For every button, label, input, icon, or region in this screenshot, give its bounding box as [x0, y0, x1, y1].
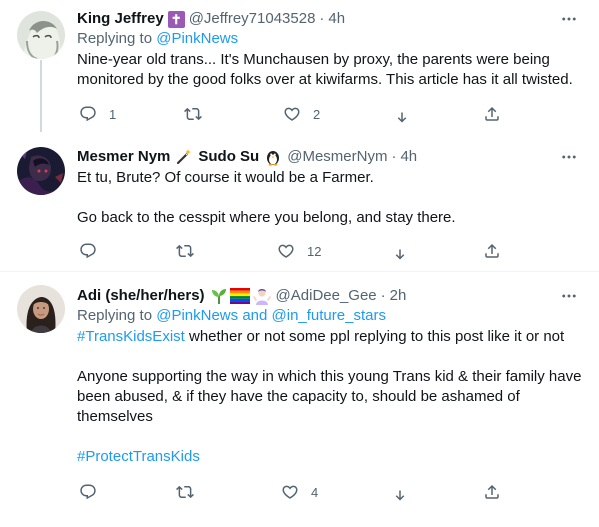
reply-icon	[80, 106, 96, 122]
like-button[interactable]: 12	[277, 242, 321, 260]
like-icon	[284, 107, 300, 121]
tweet-header: King Jeffrey ✝ @Jeffrey71043528 · 4h	[77, 9, 585, 29]
dm-icon	[395, 490, 405, 501]
tweet-2[interactable]: Mesmer Nym Sudo Su @MesmerNym · 4h Et tu…	[0, 136, 599, 272]
replying-to-link[interactable]: @PinkNews	[156, 30, 238, 47]
replying-to-link[interactable]: @PinkNews	[156, 307, 238, 324]
avatar[interactable]	[17, 147, 65, 195]
like-count: 4	[311, 484, 319, 500]
display-name-suffix[interactable]: Sudo Su	[198, 147, 259, 167]
replying-and: and	[242, 307, 268, 324]
tweet-header: Mesmer Nym Sudo Su @MesmerNym · 4h	[77, 147, 585, 167]
timestamp[interactable]: 4h	[400, 147, 417, 167]
tweet-paragraph: Go back to the cesspit where you belong,…	[77, 209, 456, 226]
reply-icon	[80, 484, 96, 500]
like-icon	[282, 485, 298, 499]
action-bar: 12	[77, 242, 517, 262]
share-icon	[485, 243, 499, 258]
tweet-text: #TransKidsExist whether or not some ppl …	[77, 327, 585, 467]
thread-line	[40, 60, 42, 132]
avatar[interactable]	[17, 285, 65, 333]
separator-dot: ·	[380, 287, 386, 304]
share-button[interactable]	[483, 242, 501, 260]
hashtag-link[interactable]: #ProtectTransKids	[77, 447, 585, 467]
separator-dot: ·	[391, 148, 397, 165]
display-name[interactable]: Adi (she/her/hers)	[77, 286, 205, 306]
dm-icon	[395, 249, 405, 260]
share-icon	[485, 484, 499, 499]
reply-button[interactable]	[79, 483, 97, 501]
hashtag-link[interactable]: #TransKidsExist	[77, 328, 185, 345]
tweet-paragraph: Anyone supporting the way in which this …	[77, 368, 582, 425]
retweet-button[interactable]	[184, 105, 202, 123]
like-count: 12	[307, 243, 322, 259]
timestamp[interactable]: 4h	[328, 9, 345, 29]
avatar[interactable]	[17, 11, 65, 59]
like-count: 2	[313, 106, 321, 122]
cross-badge-icon: ✝	[167, 10, 185, 28]
seedling-icon	[210, 287, 228, 305]
replying-to: Replying to @PinkNews	[77, 29, 585, 49]
dm-icon	[397, 112, 407, 123]
handle[interactable]: @MesmerNym	[287, 147, 387, 167]
replying-to: Replying to @PinkNews and @in_future_sta…	[77, 306, 585, 326]
penguin-icon	[264, 148, 282, 166]
display-name[interactable]: Mesmer Nym	[77, 147, 170, 167]
tweet-3[interactable]: Adi (she/her/hers) @AdiDee_Gee · 2h Repl…	[0, 272, 599, 527]
tweet-paragraph: Et tu, Brute? Of course it would be a Fa…	[77, 169, 374, 186]
replying-to-link[interactable]: @in_future_stars	[272, 307, 386, 324]
retweet-button[interactable]	[176, 242, 194, 260]
share-button[interactable]	[483, 483, 501, 501]
share-button[interactable]	[483, 105, 501, 123]
handle[interactable]: @AdiDee_Gee	[276, 286, 377, 306]
replying-prefix: Replying to	[77, 30, 153, 47]
dm-button[interactable]	[391, 483, 409, 501]
action-bar: 4	[77, 483, 517, 503]
handle[interactable]: @Jeffrey71043528	[189, 9, 316, 29]
separator-dot: ·	[319, 10, 325, 27]
like-button[interactable]: 2	[283, 105, 320, 123]
rainbow-flag-icon	[229, 288, 250, 304]
action-bar: 1 2	[77, 105, 517, 125]
reply-button[interactable]: 1	[79, 105, 116, 123]
like-button[interactable]: 4	[281, 483, 318, 501]
tweet-text: Et tu, Brute? Of course it would be a Fa…	[77, 168, 585, 228]
dm-button[interactable]	[393, 105, 411, 123]
display-name[interactable]: King Jeffrey	[77, 9, 164, 29]
person-shrugging-icon	[252, 287, 271, 305]
tweet-header: Adi (she/her/hers) @AdiDee_Gee · 2h	[77, 286, 585, 306]
dm-button[interactable]	[391, 242, 409, 260]
tweet-paragraph: #TransKidsExist whether or not some ppl …	[77, 327, 585, 347]
retweet-icon	[184, 107, 202, 121]
more-icon[interactable]	[559, 286, 579, 306]
retweet-button[interactable]	[176, 483, 194, 501]
reply-button[interactable]	[79, 242, 97, 260]
share-icon	[485, 106, 499, 121]
reply-icon	[80, 243, 96, 259]
like-icon	[278, 244, 294, 258]
more-icon[interactable]	[559, 9, 579, 29]
tweet-text-part: whether or not some ppl replying to this…	[188, 328, 565, 345]
tweet-text: Nine-year old trans... It's Munchausen b…	[77, 51, 573, 88]
retweet-icon	[176, 485, 194, 499]
timestamp[interactable]: 2h	[390, 286, 407, 306]
reply-count: 1	[109, 106, 117, 122]
more-icon[interactable]	[559, 147, 579, 167]
replying-prefix: Replying to	[77, 307, 153, 324]
magic-wand-icon	[175, 148, 193, 166]
tweet-1[interactable]: King Jeffrey ✝ @Jeffrey71043528 · 4h Rep…	[0, 0, 599, 136]
retweet-icon	[176, 244, 194, 258]
